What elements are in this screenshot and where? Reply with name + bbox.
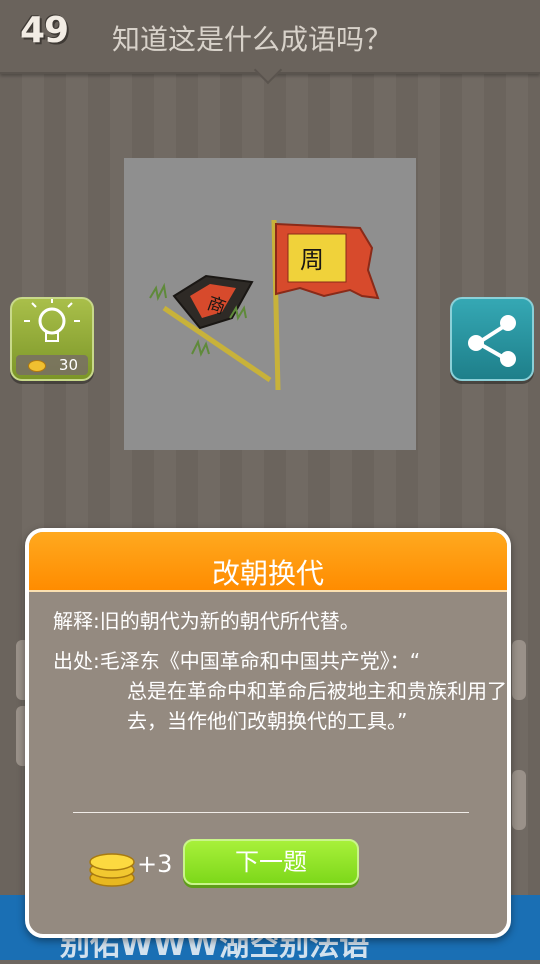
dialog-title: 改朝换代 [211, 557, 324, 590]
source-first-line: 毛泽东《中国革命和中国共产党》：“ [99, 649, 421, 673]
coins-icon [89, 853, 135, 887]
next-question-button[interactable]: 下一题 [183, 839, 359, 885]
reward-amount: +3 [137, 850, 173, 878]
grass [191, 339, 210, 357]
hint-cost: 30 [16, 355, 88, 375]
share-button[interactable] [450, 297, 534, 381]
puzzle-picture: 商 周 [124, 158, 416, 450]
source-label: 出处: [53, 649, 100, 673]
dialog-header: 改朝换代 [29, 532, 507, 592]
grass [149, 282, 167, 302]
answer-dialog: 改朝换代 解释:旧的朝代为新的朝代所代替。 出处:毛泽东《中国革命和中国共产党》… [25, 528, 511, 938]
question-text: 知道这是什么成语吗？ [112, 23, 393, 56]
flags-illustration: 商 周 [149, 219, 380, 391]
letter-tile-edge [512, 770, 526, 830]
coin-icon [28, 360, 46, 372]
divider [73, 812, 469, 813]
hint-button[interactable]: 30 [10, 297, 94, 381]
lightbulb-icon [24, 299, 80, 342]
explanation-text: 解释:旧的朝代为新的朝代所代替。 [53, 609, 360, 633]
hint-cost-value: 30 [58, 356, 78, 374]
letter-tile-edge [512, 640, 526, 700]
level-number: 49 [20, 10, 69, 51]
share-icon [468, 315, 516, 367]
source-quote: 总是在革命中和革命后被地主和贵族利用了去，当作他们改朝换代的工具。” [127, 679, 507, 733]
source-block: 出处:毛泽东《中国革命和中国共产党》：“ 总是在革命中和革命后被地主和贵族利用了… [53, 646, 507, 733]
standing-flag-char: 周 [300, 246, 324, 274]
